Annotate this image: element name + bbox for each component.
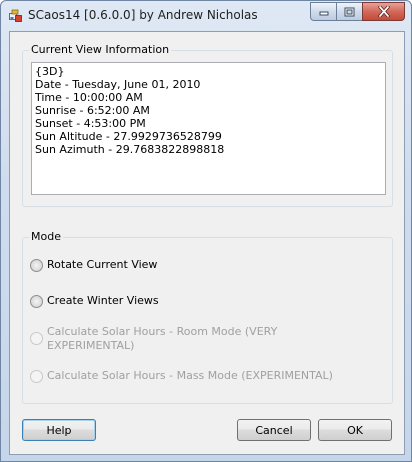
info-line: {3D} [35, 65, 65, 78]
info-line: Sunset - 4:53:00 PM [35, 117, 146, 130]
ok-button[interactable]: OK [318, 419, 392, 441]
mode-legend: Mode [29, 230, 63, 243]
radio-button [30, 332, 43, 345]
dialog-client-area: Current View Information {3D} Date - Tues… [9, 31, 405, 455]
radio-button[interactable] [30, 295, 43, 308]
cancel-button[interactable]: Cancel [237, 419, 311, 441]
current-view-legend: Current View Information [29, 43, 172, 56]
maximize-icon [344, 7, 355, 16]
info-line: Sun Azimuth - 29.7683822898818 [35, 143, 225, 156]
maximize-button[interactable] [336, 2, 362, 21]
radio-button[interactable] [30, 259, 43, 272]
radio-label: Calculate Solar Hours - Mass Mode (EXPER… [47, 369, 333, 382]
info-line: Time - 10:00:00 AM [35, 91, 143, 104]
app-window: SCaos14 [0.6.0.0] by Andrew Nicholas Cur… [0, 0, 412, 462]
radio-solar-hours-mass-mode: Calculate Solar Hours - Mass Mode (EXPER… [30, 369, 333, 383]
window-title: SCaos14 [0.6.0.0] by Andrew Nicholas [28, 8, 258, 22]
radio-button [30, 370, 43, 383]
minimize-icon [319, 11, 328, 16]
minimize-button[interactable] [310, 2, 336, 21]
radio-rotate-current-view[interactable]: Rotate Current View [30, 258, 157, 272]
title-bar[interactable]: SCaos14 [0.6.0.0] by Andrew Nicholas [1, 1, 411, 31]
current-view-groupbox: Current View Information {3D} Date - Tues… [22, 43, 393, 207]
info-line: Date - Tuesday, June 01, 2010 [35, 78, 201, 91]
radio-label: Create Winter Views [47, 294, 159, 307]
current-view-textbox[interactable]: {3D} Date - Tuesday, June 01, 2010 Time - … [31, 62, 386, 195]
close-button[interactable] [362, 2, 405, 21]
caption-buttons [310, 2, 405, 21]
info-line: Sunrise - 6:52:00 AM [35, 104, 150, 117]
close-icon [377, 6, 390, 17]
info-line: Sun Altitude - 27.9929736528799 [35, 130, 222, 143]
radio-solar-hours-room-mode: Calculate Solar Hours - Room Mode (VERY … [30, 325, 277, 353]
radio-label: Calculate Solar Hours - Room Mode (VERY … [47, 325, 278, 352]
app-icon [9, 9, 22, 22]
help-button[interactable]: Help [22, 419, 96, 441]
radio-label: Rotate Current View [47, 258, 158, 271]
mode-groupbox: Mode Rotate Current View Create Winter V… [22, 230, 393, 404]
radio-create-winter-views[interactable]: Create Winter Views [30, 294, 159, 308]
